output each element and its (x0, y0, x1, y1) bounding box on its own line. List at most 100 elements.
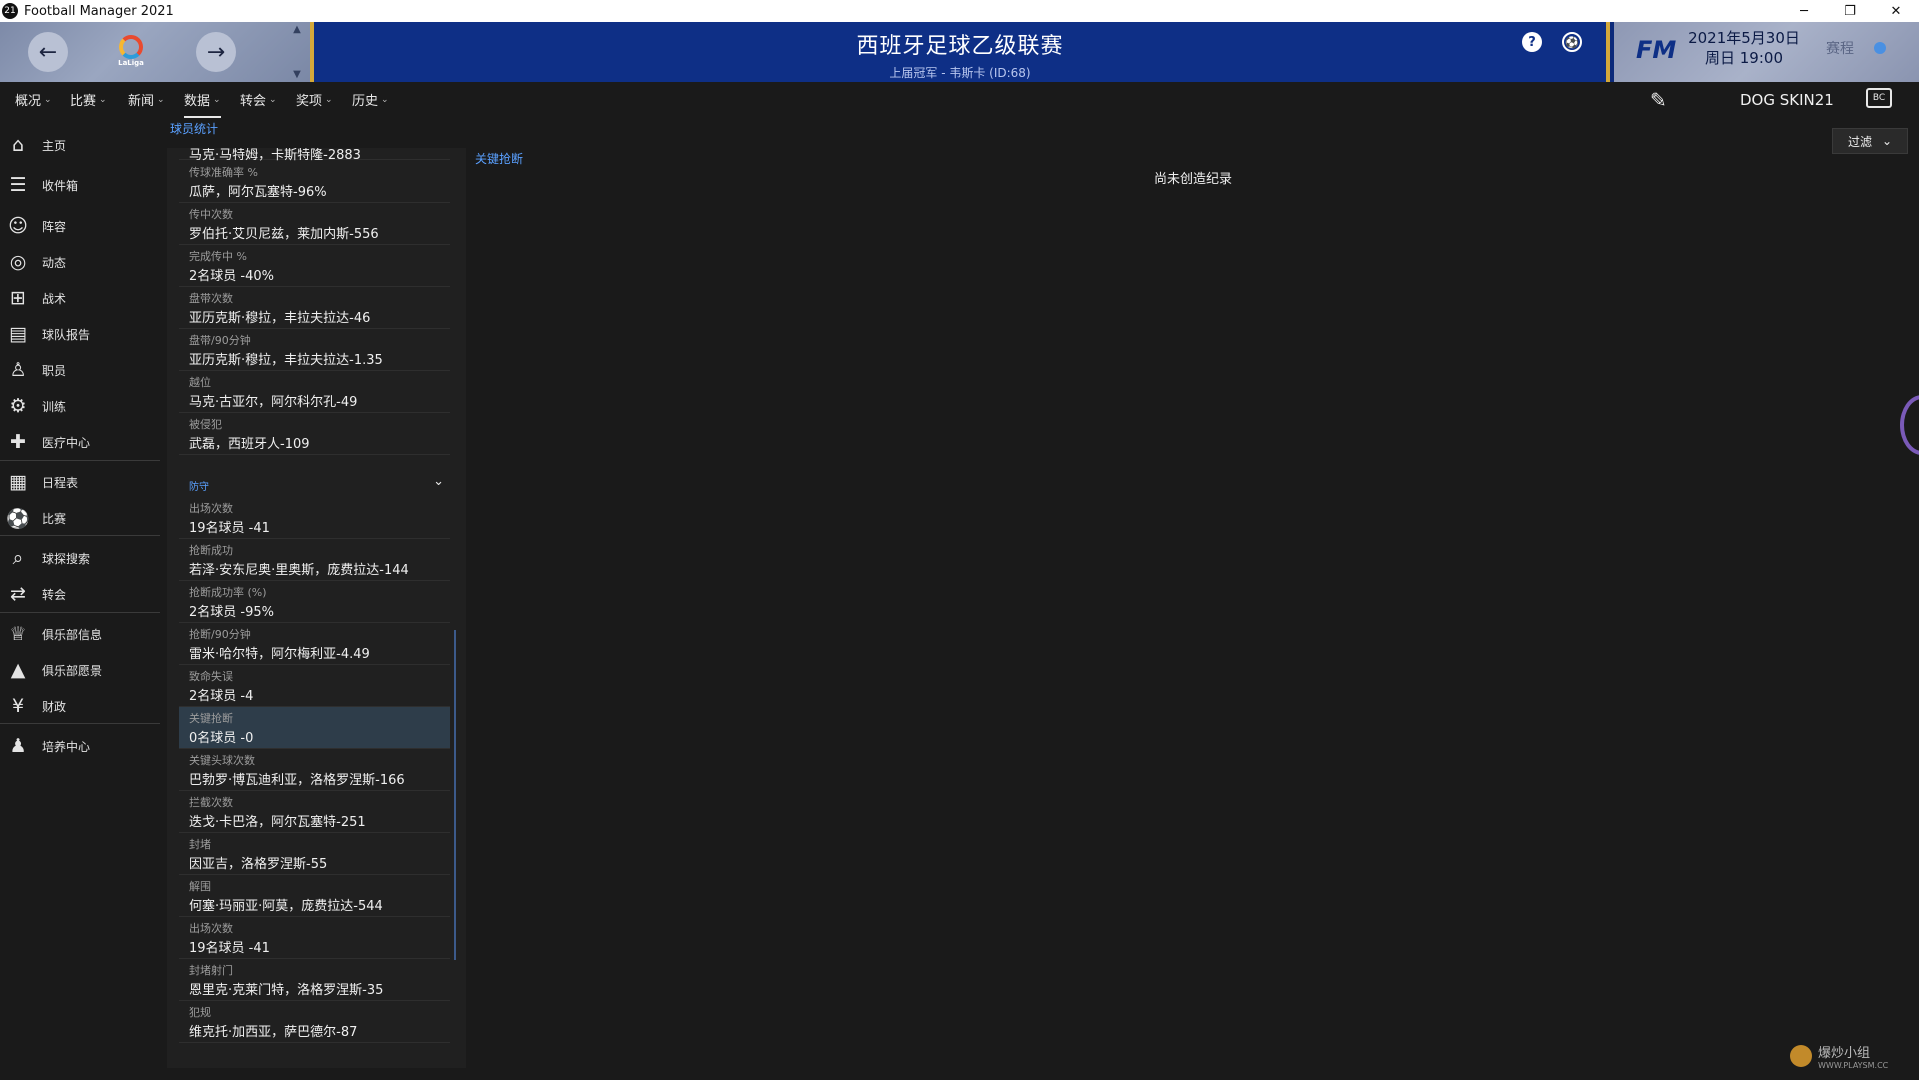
stats-scrollbar[interactable] (454, 630, 456, 960)
staff-icon: ♙ (9, 359, 27, 381)
stat-row[interactable]: 越位 马克·古亚尔，阿尔科尔孔-49 (179, 371, 450, 413)
forward-button[interactable]: → (196, 32, 236, 72)
stat-row[interactable]: 拦截次数 迭戈·卡巴洛，阿尔瓦塞特-251 (179, 791, 450, 833)
chevron-down-icon: ⌄ (381, 94, 389, 105)
sidebar-item-finances[interactable]: ¥ 财政 (0, 691, 160, 721)
league-logo[interactable]: LaLiga (113, 30, 149, 72)
back-arrow-icon: ← (38, 39, 58, 65)
development-icon: ♟ (9, 735, 27, 757)
sidebar-item-matches[interactable]: ⚽ 比赛 (0, 503, 160, 533)
page-subtitle[interactable]: 上届冠军 - 韦斯卡 (ID:68) (314, 64, 1606, 81)
sidebar-item-home[interactable]: ⌂ 主页 (0, 130, 160, 160)
continue-button[interactable]: 赛程 (1826, 38, 1854, 58)
stat-row[interactable]: 被侵犯 武磊，西班牙人-109 (179, 413, 450, 455)
sidebar-item-club-vision[interactable]: ▲ 俱乐部愿景 (0, 655, 160, 685)
sidebar: ⌂ 主页 ☰ 收件箱 ☺ 阵容 ◎ 动态 ⊞ 战术 ▤ 球队报告 ♙ 职员 ⚙ 训练 ✚ 医疗中心… (0, 130, 160, 1080)
report-icon: ▤ (9, 323, 27, 345)
breadcrumb[interactable]: 球员统计 (170, 120, 218, 137)
forward-arrow-icon: → (206, 39, 226, 65)
restore-button[interactable]: ❐ (1827, 0, 1873, 22)
stat-row[interactable]: 封堵射门 恩里克·克莱门特，洛格罗涅斯-35 (179, 959, 450, 1001)
sidebar-divider (0, 612, 160, 613)
back-button[interactable]: ← (28, 32, 68, 72)
close-button[interactable]: ✕ (1873, 0, 1919, 22)
search-icon: ⌕ (12, 547, 24, 569)
menu-overview[interactable]: 概况 ⌄ (15, 90, 52, 109)
stat-row[interactable]: 传中次数 罗伯托·艾贝尼兹，莱加内斯-556 (179, 203, 450, 245)
sidebar-item-transfers[interactable]: ⇄ 转会 (0, 579, 160, 609)
menu-news[interactable]: 新闻 ⌄ (128, 90, 165, 109)
stat-row[interactable]: 抢断成功 若泽·安东尼奥·里奥斯，庞费拉达-144 (179, 539, 450, 581)
sidebar-item-team-report[interactable]: ▤ 球队报告 (0, 319, 160, 349)
minimize-button[interactable]: ─ (1781, 0, 1827, 22)
vision-icon: ▲ (10, 659, 26, 681)
stat-row[interactable]: 致命失误 2名球员 -4 (179, 665, 450, 707)
chevron-down-icon[interactable]: ⌄ (433, 474, 444, 489)
fm-logo: FM (1636, 36, 1677, 64)
sidebar-item-staff[interactable]: ♙ 职员 (0, 355, 160, 385)
chevron-down-icon: ⌄ (1881, 134, 1893, 148)
section-header-defense[interactable]: 防守 ⌄ (179, 470, 450, 496)
sidebar-item-medical[interactable]: ✚ 医疗中心 (0, 427, 160, 457)
stat-row[interactable]: 封堵 因亚吉，洛格罗涅斯-55 (179, 833, 450, 875)
medical-icon: ✚ (10, 431, 26, 453)
watermark-text: 爆炒小组 (1818, 1046, 1871, 1061)
chevron-down-icon: ⌄ (99, 94, 107, 105)
keyboard-icon[interactable]: BC (1866, 88, 1892, 108)
pen-icon[interactable]: ✎ (1650, 88, 1667, 112)
laliga-logo-icon (119, 35, 143, 59)
window-controls: ─ ❐ ✕ (1781, 0, 1919, 22)
stat-row-partial[interactable]: 马克·马特姆，卡斯特隆-2883 (179, 148, 450, 163)
stat-row[interactable]: 关键头球次数 巴勃罗·博瓦迪利亚，洛格罗涅斯-166 (179, 749, 450, 791)
stat-row[interactable]: 出场次数 19名球员 -41 (179, 497, 450, 539)
sidebar-item-inbox[interactable]: ☰ 收件箱 (0, 170, 160, 200)
calendar-icon: ▦ (9, 471, 27, 493)
sidebar-item-tactics[interactable]: ⊞ 战术 (0, 283, 160, 313)
help-icon[interactable]: ? (1522, 32, 1542, 52)
time-value: 周日 19:00 (1705, 49, 1783, 67)
sidebar-item-dynamics[interactable]: ◎ 动态 (0, 247, 160, 277)
stat-row[interactable]: 传球准确率 % 瓜萨，阿尔瓦塞特-96% (179, 161, 450, 203)
empty-message: 尚未创造纪录 (1154, 172, 1233, 187)
stat-row[interactable]: 出场次数 19名球员 -41 (179, 917, 450, 959)
stat-row[interactable]: 完成传中 % 2名球员 -40% (179, 245, 450, 287)
sidebar-item-training[interactable]: ⚙ 训练 (0, 391, 160, 421)
stat-row[interactable]: 盘带/90分钟 亚历克斯·穆拉，丰拉夫拉达-1.35 (179, 329, 450, 371)
menu-transfers[interactable]: 转会 ⌄ (240, 90, 277, 109)
match-icon: ⚽ (6, 507, 30, 530)
ball-icon[interactable]: ⚽ (1562, 32, 1582, 52)
stat-row-selected[interactable]: 关键抢断 0名球员 -0 (179, 707, 450, 749)
chevron-down-icon[interactable]: ▼ (293, 69, 301, 80)
filter-label: 过滤 (1847, 134, 1872, 149)
sidebar-item-club-info[interactable]: ♕ 俱乐部信息 (0, 619, 160, 649)
menu-stats[interactable]: 数据 ⌄ (184, 90, 221, 118)
sidebar-item-schedule[interactable]: ▦ 日程表 (0, 467, 160, 497)
dynamics-icon: ◎ (9, 251, 27, 273)
stat-row[interactable]: 抢断/90分钟 雷米·哈尔特，阿尔梅利亚-4.49 (179, 623, 450, 665)
stat-row[interactable]: 抢断成功率 (%) 2名球员 -95% (179, 581, 450, 623)
header-scroll-arrows[interactable]: ▲ ▼ (290, 24, 304, 80)
stat-row[interactable]: 盘带次数 亚历克斯·穆拉，丰拉夫拉达-46 (179, 287, 450, 329)
sidebar-item-development[interactable]: ♟ 培养中心 (0, 731, 160, 761)
chevron-down-icon: ⌄ (325, 94, 333, 105)
stat-row[interactable]: 解围 何塞·玛丽亚·阿莫，庞费拉达-544 (179, 875, 450, 917)
window-title-bar: 21 Football Manager 2021 ─ ❐ ✕ (0, 0, 1919, 22)
side-panel-toggle[interactable] (1900, 395, 1919, 455)
chevron-down-icon: ⌄ (269, 94, 277, 105)
filter-button[interactable]: 过滤 ⌄ (1832, 128, 1908, 154)
stat-row[interactable]: 犯规 维克托·加西亚，萨巴德尔-87 (179, 1001, 450, 1043)
menu-history[interactable]: 历史 ⌄ (352, 90, 389, 109)
sidebar-item-scouting[interactable]: ⌕ 球探搜索 (0, 543, 160, 573)
menu-bar: 概况 ⌄ 比赛 ⌄ 新闻 ⌄ 数据 ⌄ 转会 ⌄ 奖项 ⌄ 历史 ⌄ ✎ DOG SKIN21… (0, 82, 1919, 118)
nav-zone: ← LaLiga → ▲ ▼ (0, 22, 310, 82)
home-icon: ⌂ (11, 134, 25, 156)
page-title: 西班牙足球乙级联赛 (856, 34, 1064, 59)
training-icon: ⚙ (9, 395, 27, 417)
yen-icon: ¥ (11, 695, 25, 717)
menu-matches[interactable]: 比赛 ⌄ (70, 90, 107, 109)
menu-awards[interactable]: 奖项 ⌄ (296, 90, 333, 109)
stats-panel[interactable]: 马克·马特姆，卡斯特隆-2883 传球准确率 % 瓜萨，阿尔瓦塞特-96% 传中次… (167, 148, 466, 1068)
date-zone: FM 2021年5月30日 周日 19:00 赛程 (1614, 22, 1919, 82)
chevron-up-icon[interactable]: ▲ (293, 24, 301, 35)
sidebar-item-squad[interactable]: ☺ 阵容 (0, 211, 160, 241)
